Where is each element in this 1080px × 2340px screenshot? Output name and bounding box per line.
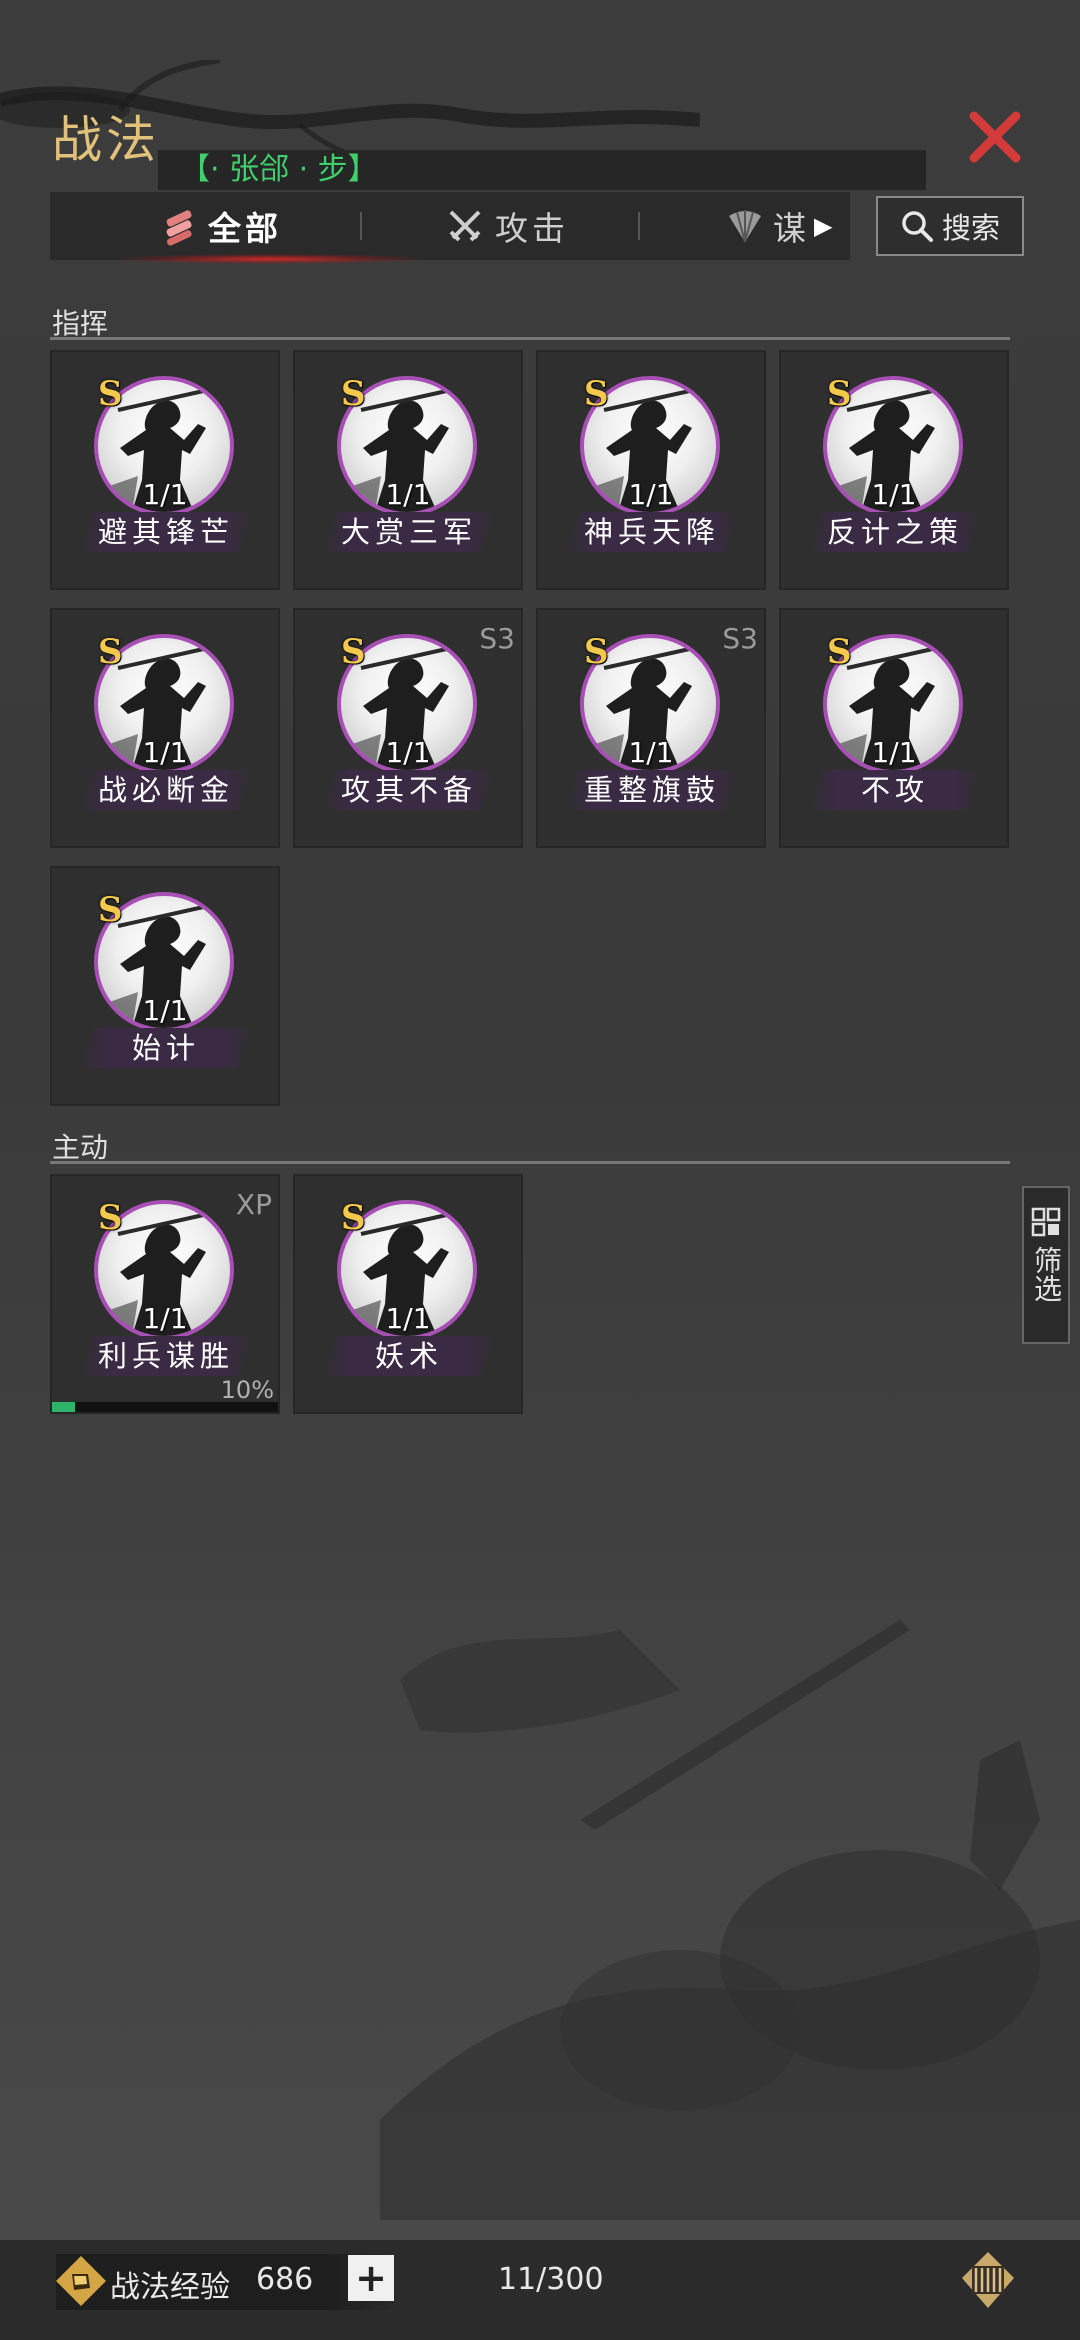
tactic-count: 11/300 <box>498 2262 604 2297</box>
tactic-card[interactable]: S 1/1 妖术 <box>293 1174 523 1414</box>
season-tag: S3 <box>722 622 758 655</box>
xp-value: 686 <box>256 2262 314 2297</box>
tactic-level: 1/1 <box>628 736 674 769</box>
grade-badge: S <box>584 374 609 414</box>
tab-attack-label: 攻击 <box>495 209 569 248</box>
all-tactics-icon <box>166 210 192 246</box>
grid-filter-icon <box>1031 1207 1061 1237</box>
close-icon[interactable] <box>966 108 1024 166</box>
tactic-name: 始计 <box>80 1028 252 1068</box>
search-label: 搜索 <box>941 211 1000 245</box>
tactic-card[interactable]: S 1/1 利兵谋胜 XP 10% <box>50 1174 280 1414</box>
tactic-level: 1/1 <box>385 1302 431 1335</box>
tactic-level: 1/1 <box>871 736 917 769</box>
grade-badge: S <box>827 632 852 672</box>
tactic-card[interactable]: S 1/1 大赏三军 <box>293 350 523 590</box>
page-title: 战法 <box>52 111 160 169</box>
tactic-name: 重整旗鼓 <box>566 770 738 810</box>
section-title-active: 主动 <box>52 1131 109 1164</box>
general-name: 【· 张郃 · 步】 <box>180 152 378 187</box>
tactic-level: 1/1 <box>142 478 188 511</box>
fist-icon <box>56 2256 106 2306</box>
tactic-card[interactable]: S 1/1 避其锋芒 <box>50 350 280 590</box>
tactic-name: 大赏三军 <box>323 512 495 552</box>
tactic-level: 1/1 <box>142 736 188 769</box>
section-divider <box>50 337 1010 340</box>
grade-badge: S <box>584 632 609 672</box>
tactic-name: 反计之策 <box>809 512 981 552</box>
tab-all-label: 全部 <box>208 209 282 248</box>
tactic-card[interactable]: S 1/1 始计 <box>50 866 280 1106</box>
grade-badge: S <box>341 632 366 672</box>
tactic-name: 不攻 <box>809 770 981 810</box>
tactic-name: 攻其不备 <box>323 770 495 810</box>
tab-bar: 全部 攻击 谋 ▶ <box>50 192 850 264</box>
tab-divider <box>638 212 640 240</box>
grade-badge: S <box>98 1198 123 1238</box>
tactic-name: 避其锋芒 <box>80 512 252 552</box>
tactic-card[interactable]: S 1/1 攻其不备 S3 <box>293 608 523 848</box>
filter-button[interactable]: 筛选 <box>1022 1186 1070 1344</box>
tab-strategy[interactable]: 谋 ▶ <box>725 192 836 260</box>
battle-ink-decoration <box>380 1620 1080 2220</box>
grade-badge: S <box>98 374 123 414</box>
tactic-card[interactable]: S 1/1 战必断金 <box>50 608 280 848</box>
tactic-name: 利兵谋胜 <box>80 1336 252 1376</box>
add-xp-button[interactable]: + <box>348 2255 394 2301</box>
xp-progress-bar <box>52 1402 278 1412</box>
tactic-card[interactable]: S 1/1 重整旗鼓 S3 <box>536 608 766 848</box>
tactic-card[interactable]: S 1/1 神兵天降 <box>536 350 766 590</box>
tactic-level: 1/1 <box>142 994 188 1027</box>
search-icon <box>902 211 933 242</box>
crossed-swords-icon <box>449 210 481 242</box>
strategy-fan-icon <box>729 210 761 243</box>
season-tag: XP <box>235 1188 272 1221</box>
xp-progress-fill <box>52 1402 75 1412</box>
chevron-right-icon[interactable]: ▶ <box>814 212 836 240</box>
tactic-name: 战必断金 <box>80 770 252 810</box>
tactic-name: 妖术 <box>323 1336 495 1376</box>
xp-progress-label: 10% <box>220 1376 274 1404</box>
tab-strategy-label: 谋 <box>773 209 810 248</box>
tactic-level: 1/1 <box>142 1302 188 1335</box>
season-tag: S3 <box>479 622 515 655</box>
grade-badge: S <box>341 374 366 414</box>
filter-label: 筛选 <box>1030 1246 1063 1302</box>
tactic-level: 1/1 <box>385 736 431 769</box>
tactic-level: 1/1 <box>628 478 674 511</box>
section-divider <box>50 1161 1010 1164</box>
grade-badge: S <box>98 632 123 672</box>
tab-all[interactable]: 全部 <box>160 192 282 260</box>
section-title-command: 指挥 <box>52 307 109 340</box>
xp-label: 战法经验 <box>110 2270 230 2305</box>
grade-badge: S <box>341 1198 366 1238</box>
tactic-name: 神兵天降 <box>566 512 738 552</box>
tactic-card[interactable]: S 1/1 反计之策 <box>779 350 1009 590</box>
grade-badge: S <box>98 890 123 930</box>
search-button[interactable]: 搜索 <box>876 196 1024 256</box>
grade-badge: S <box>827 374 852 414</box>
tab-divider <box>360 212 362 240</box>
tab-attack[interactable]: 攻击 <box>445 192 569 260</box>
tactic-card[interactable]: S 1/1 不攻 <box>779 608 1009 848</box>
gate-icon[interactable] <box>958 2250 1018 2310</box>
tactic-level: 1/1 <box>871 478 917 511</box>
tactic-level: 1/1 <box>385 478 431 511</box>
